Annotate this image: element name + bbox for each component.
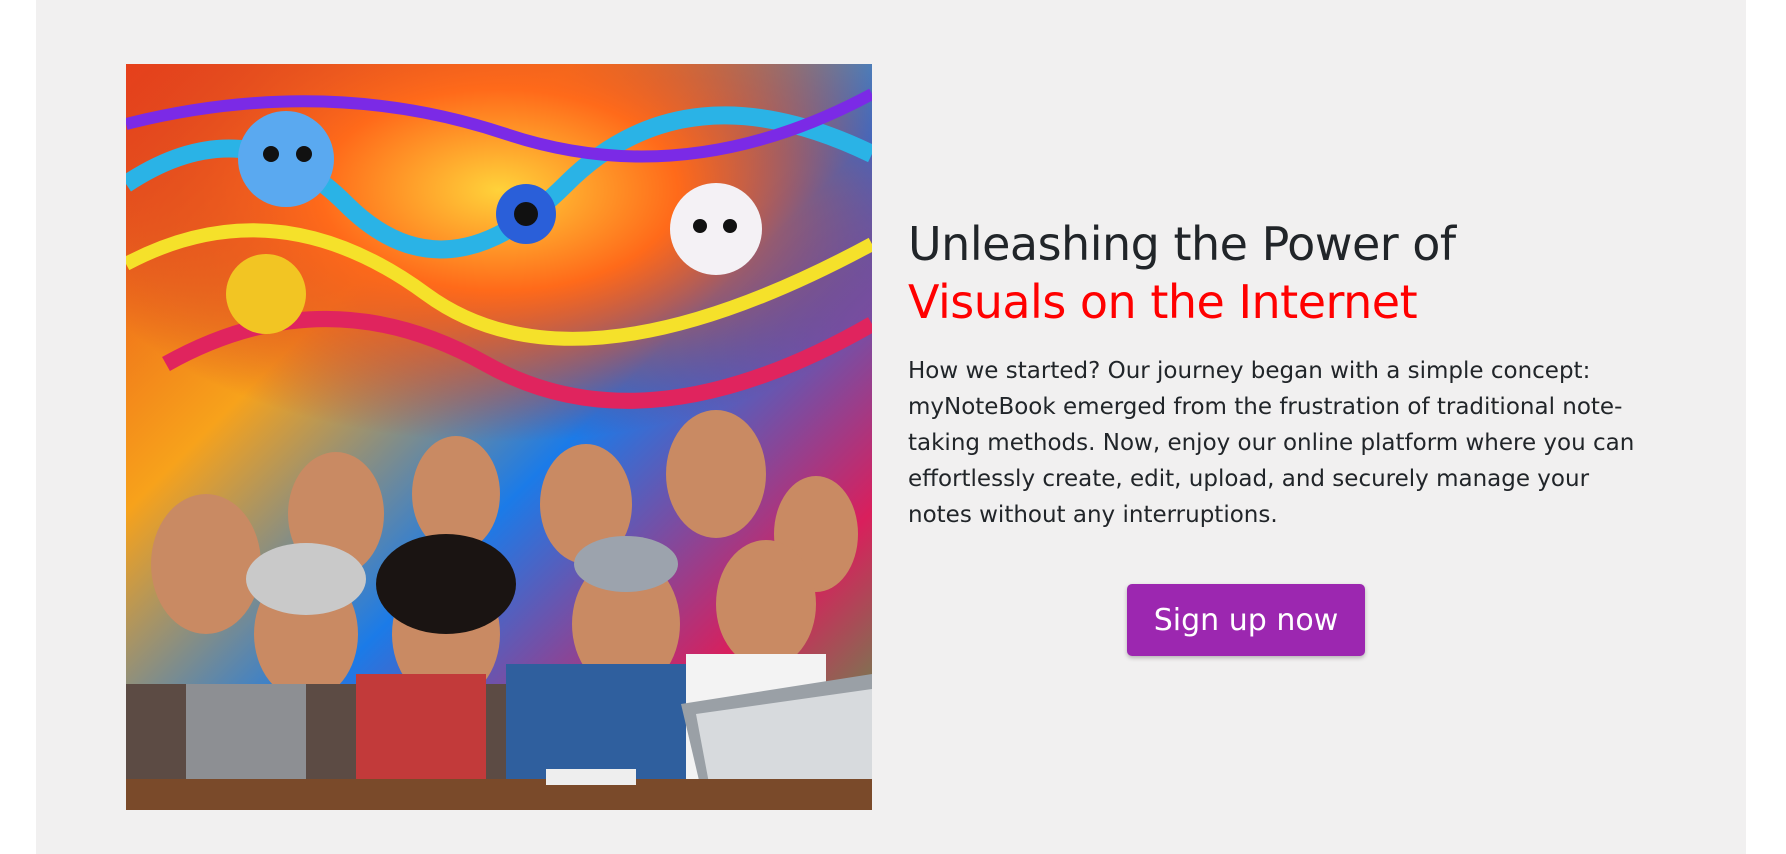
sign-up-button[interactable]: Sign up now — [1127, 584, 1365, 656]
hero-headline: Unleashing the Power of Visuals on the I… — [908, 215, 1668, 331]
headline-line-1: Unleashing the Power of — [908, 217, 1456, 271]
hero-section: Unleashing the Power of Visuals on the I… — [36, 0, 1746, 854]
hero-text-block: Unleashing the Power of Visuals on the I… — [908, 215, 1668, 533]
hero-illustration-image — [126, 64, 872, 810]
headline-line-2-accent: Visuals on the Internet — [908, 275, 1418, 329]
hero-description: How we started? Our journey began with a… — [908, 358, 1635, 528]
